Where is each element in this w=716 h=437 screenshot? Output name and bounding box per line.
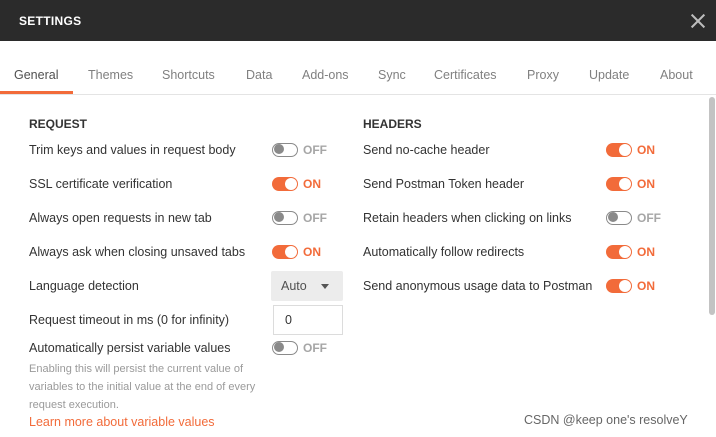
tab-certificates[interactable]: Certificates: [434, 68, 497, 82]
chevron-down-icon: [321, 284, 329, 289]
trim-keys-toggle[interactable]: [272, 143, 298, 157]
toggle-knob: [274, 212, 284, 222]
ssl-label: SSL certificate verification: [29, 177, 173, 191]
follow-redirects-state: ON: [637, 245, 655, 259]
toggle-knob: [619, 144, 631, 156]
language-label: Language detection: [29, 279, 139, 293]
language-value: Auto: [281, 279, 307, 293]
ask-close-toggle[interactable]: [272, 245, 298, 259]
ssl-state: ON: [303, 177, 321, 191]
persist-help-text: Enabling this will persist the current v…: [29, 363, 256, 411]
toggle-knob: [274, 342, 284, 352]
tab-about[interactable]: About: [660, 68, 693, 82]
language-select[interactable]: Auto: [271, 271, 343, 301]
tab-update[interactable]: Update: [589, 68, 629, 82]
request-heading: REQUEST: [29, 117, 88, 131]
new-tab-label: Always open requests in new tab: [29, 211, 212, 225]
new-tab-state: OFF: [303, 211, 327, 225]
retain-headers-state: OFF: [637, 211, 661, 225]
follow-redirects-label: Automatically follow redirects: [363, 245, 525, 259]
retain-headers-label: Retain headers when clicking on links: [363, 211, 572, 225]
tab-sync[interactable]: Sync: [378, 68, 406, 82]
watermark: CSDN @keep one's resolveY: [524, 413, 688, 427]
toggle-knob: [619, 280, 631, 292]
postman-token-toggle[interactable]: [606, 177, 632, 191]
persist-toggle[interactable]: [272, 341, 298, 355]
ssl-toggle[interactable]: [272, 177, 298, 191]
postman-token-state: ON: [637, 177, 655, 191]
postman-token-label: Send Postman Token header: [363, 177, 524, 191]
tab-general[interactable]: General: [14, 68, 58, 82]
toggle-knob: [274, 144, 284, 154]
tab-shortcuts[interactable]: Shortcuts: [162, 68, 215, 82]
persist-state: OFF: [303, 341, 327, 355]
new-tab-toggle[interactable]: [272, 211, 298, 225]
ask-close-label: Always ask when closing unsaved tabs: [29, 245, 246, 259]
title-bar: SETTINGS: [0, 0, 716, 41]
toggle-knob: [619, 246, 631, 258]
retain-headers-toggle[interactable]: [606, 211, 632, 225]
timeout-label: Request timeout in ms (0 for infinity): [29, 313, 230, 327]
persist-label: Automatically persist variable values: [29, 341, 231, 355]
tab-proxy[interactable]: Proxy: [527, 68, 559, 82]
tab-themes[interactable]: Themes: [88, 68, 133, 82]
close-icon[interactable]: [689, 12, 707, 30]
toggle-knob: [608, 212, 618, 222]
anonymous-usage-label: Send anonymous usage data to Postman: [363, 279, 593, 293]
no-cache-toggle[interactable]: [606, 143, 632, 157]
timeout-input[interactable]: [273, 305, 343, 335]
anonymous-usage-state: ON: [637, 279, 655, 293]
toggle-knob: [285, 178, 297, 190]
trim-keys-state: OFF: [303, 143, 327, 157]
scrollbar[interactable]: [709, 97, 715, 315]
no-cache-state: ON: [637, 143, 655, 157]
toggle-knob: [619, 178, 631, 190]
toggle-knob: [285, 246, 297, 258]
trim-keys-label: Trim keys and values in request body: [29, 143, 236, 157]
headers-heading: HEADERS: [363, 117, 422, 131]
no-cache-label: Send no-cache header: [363, 143, 490, 157]
dialog-title: SETTINGS: [19, 14, 82, 28]
settings-tabs: General Themes Shortcuts Data Add-ons Sy…: [0, 41, 716, 95]
tab-data[interactable]: Data: [246, 68, 272, 82]
tab-add-ons[interactable]: Add-ons: [302, 68, 349, 82]
active-tab-indicator: [0, 91, 73, 94]
anonymous-usage-toggle[interactable]: [606, 279, 632, 293]
learn-more-link[interactable]: Learn more about variable values: [29, 415, 215, 429]
follow-redirects-toggle[interactable]: [606, 245, 632, 259]
ask-close-state: ON: [303, 245, 321, 259]
